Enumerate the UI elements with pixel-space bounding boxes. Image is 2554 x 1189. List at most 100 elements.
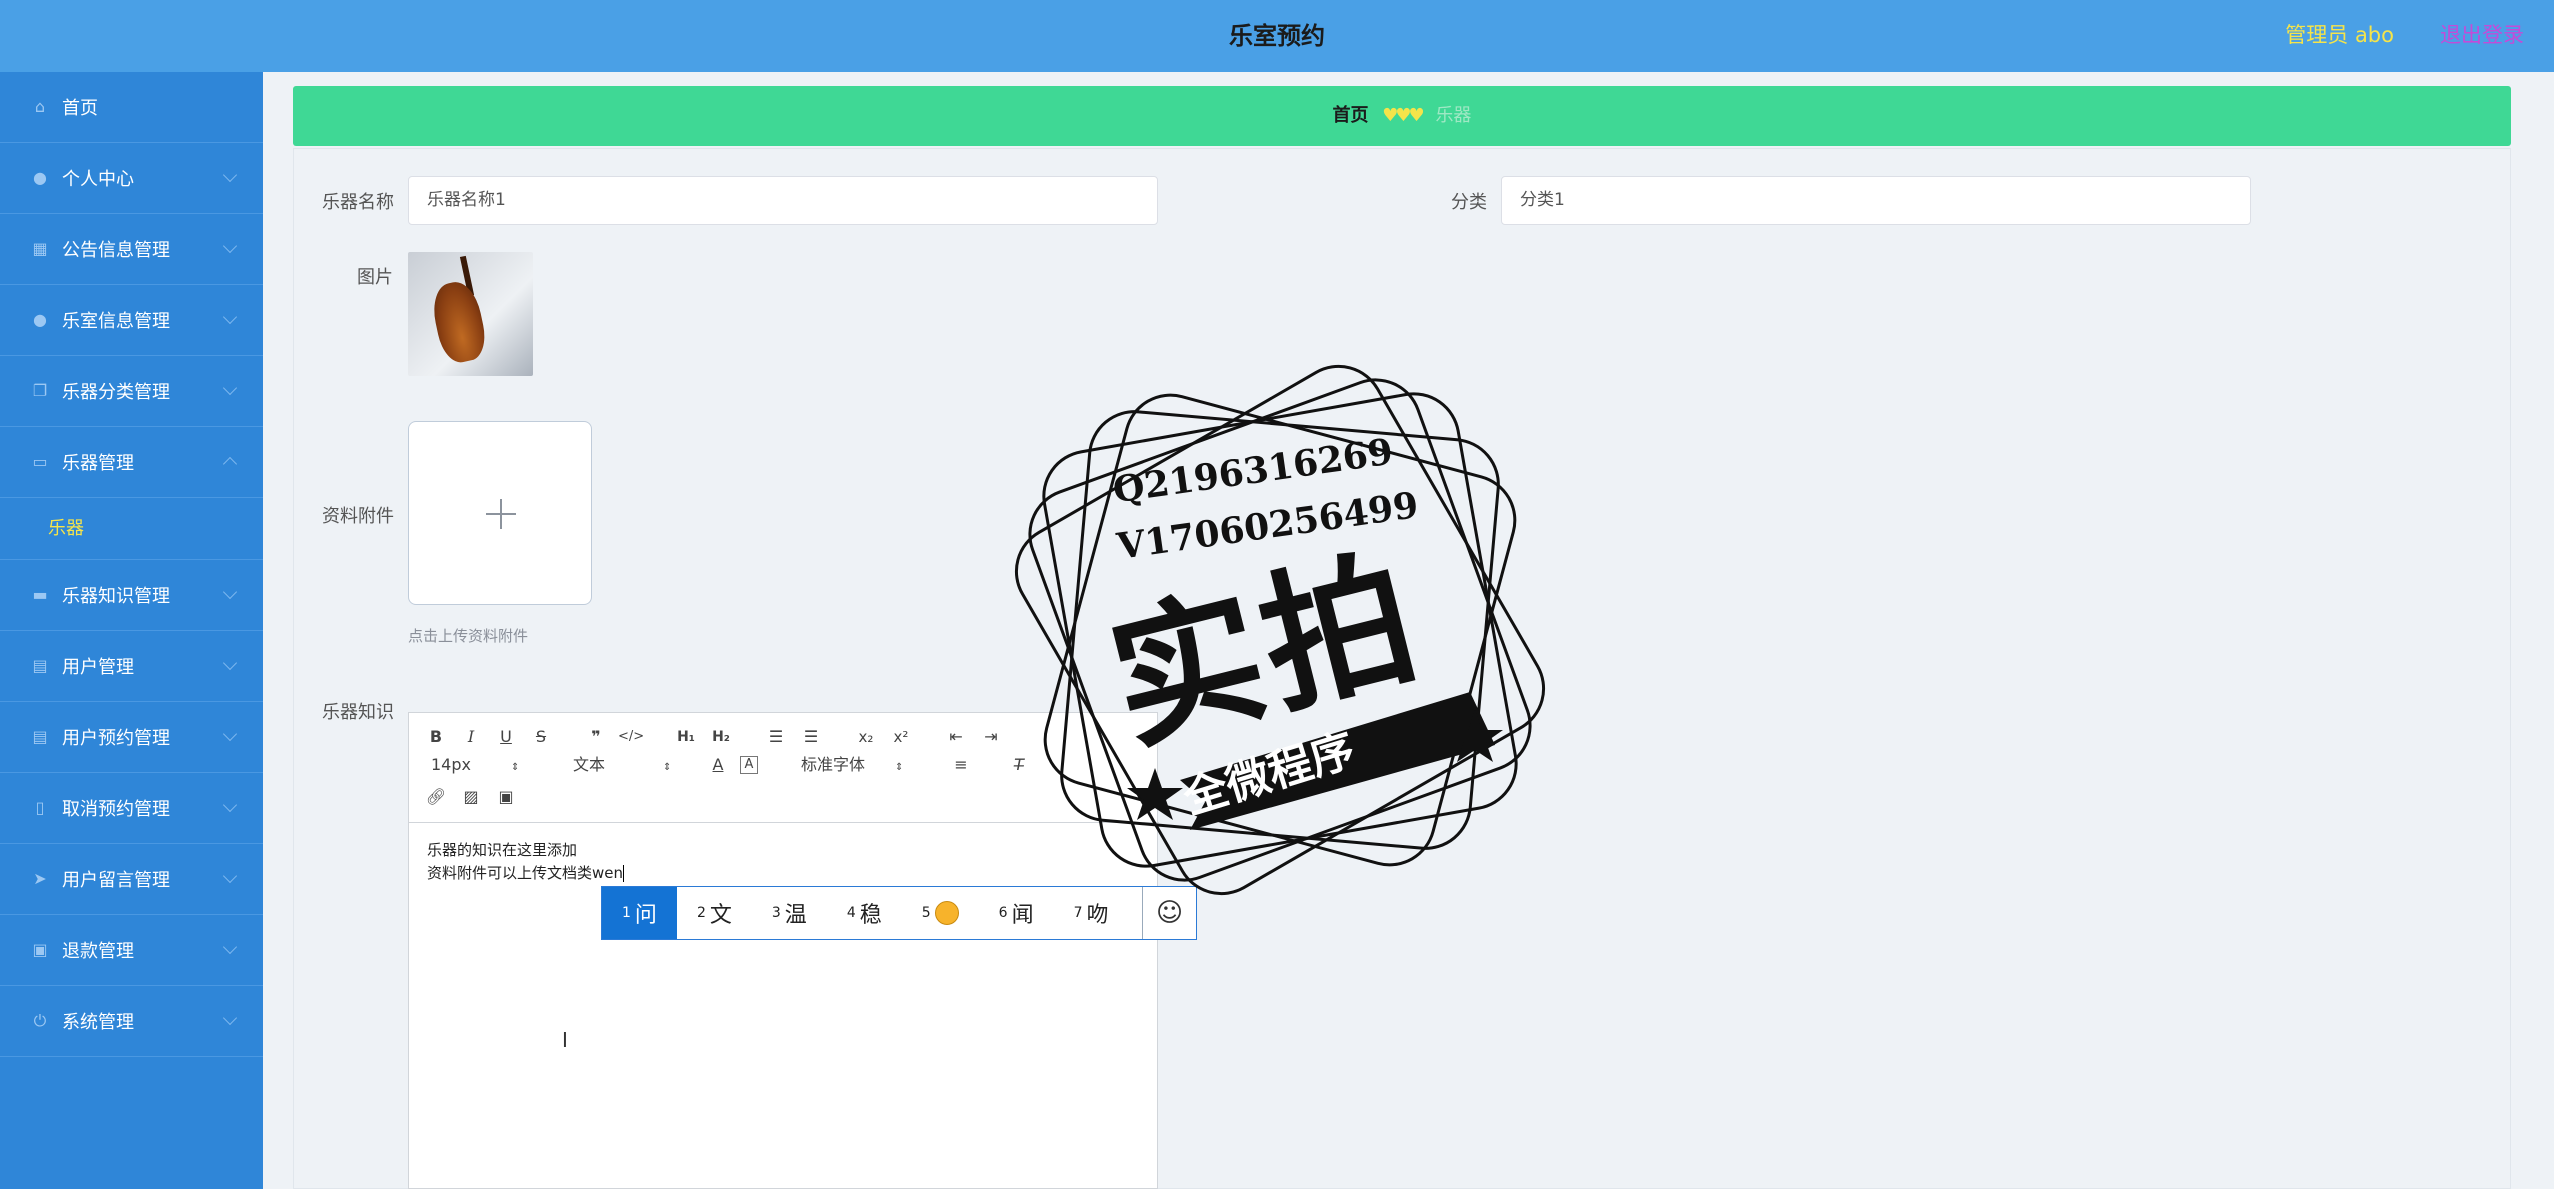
breadcrumb-home[interactable]: 首页: [1333, 105, 1369, 126]
background-color-button[interactable]: A: [740, 756, 758, 774]
ime-candidate[interactable]: 1问: [602, 887, 677, 939]
sidebar-item-instrument[interactable]: ▭ 乐器管理: [0, 427, 263, 498]
chevron-down-icon: [222, 238, 238, 254]
font-size-select[interactable]: 14px ⇕: [431, 753, 519, 777]
chevron-down-icon: [222, 868, 238, 884]
subscript-button[interactable]: x₂: [853, 725, 879, 749]
chevron-down-icon: [222, 655, 238, 671]
sidebar-item-messages[interactable]: ➤ 用户留言管理: [0, 844, 263, 915]
image-label: 图片: [357, 267, 393, 288]
sidebar-item-category[interactable]: ❐ 乐器分类管理: [0, 356, 263, 427]
user-icon: ●: [33, 168, 47, 187]
ime-candidate[interactable]: 4稳: [827, 887, 902, 939]
logout-link[interactable]: 退出登录: [2440, 0, 2524, 70]
image-icon: ▣: [32, 940, 48, 959]
strike-button[interactable]: S: [528, 725, 554, 749]
clipboard-icon: ▤: [32, 727, 48, 746]
italic-button[interactable]: I: [458, 725, 484, 749]
chevron-up-icon: [222, 456, 238, 472]
chevron-down-icon: [222, 167, 238, 183]
sidebar-item-label: 乐器管理: [62, 453, 134, 474]
chevron-down-icon: [222, 584, 238, 600]
name-label: 乐器名称: [322, 192, 394, 213]
outdent-button[interactable]: ⇤: [943, 725, 969, 749]
text-caret: [623, 865, 625, 882]
text-style-select[interactable]: 文本 ⇕: [573, 753, 671, 777]
submenu-item-instrument[interactable]: 乐器: [0, 498, 263, 560]
send-icon: ➤: [33, 869, 47, 888]
sidebar-item-system[interactable]: ⏻ 系统管理: [0, 986, 263, 1057]
code-button[interactable]: </>: [618, 725, 644, 749]
sidebar-item-label: 首页: [62, 98, 98, 119]
font-family-select[interactable]: 标准字体 ⇕: [801, 753, 903, 777]
sidebar-item-booking[interactable]: ▤ 用户预约管理: [0, 702, 263, 773]
text-cursor-icon: I: [562, 1028, 568, 1052]
phone-icon: ▯: [35, 798, 45, 817]
sidebar-item-label: 用户留言管理: [62, 870, 170, 891]
h1-button[interactable]: H₁: [673, 725, 699, 749]
sidebar-item-label: 乐器知识管理: [62, 586, 170, 607]
breadcrumb-current: 乐器: [1435, 105, 1472, 126]
power-icon: ⏻: [33, 1011, 47, 1030]
bold-button[interactable]: B: [423, 725, 449, 749]
sidebar-item-profile[interactable]: ● 个人中心: [0, 143, 263, 214]
sidebar-item-label: 取消预约管理: [62, 799, 170, 820]
sidebar-item-label: 个人中心: [62, 169, 134, 190]
sidebar-item-cancel[interactable]: ▯ 取消预约管理: [0, 773, 263, 844]
ordered-list-button[interactable]: ☰: [763, 725, 789, 749]
sidebar-item-label: 公告信息管理: [62, 240, 170, 261]
name-input[interactable]: 乐器名称1: [408, 176, 1158, 225]
bullet-list-button[interactable]: ☰: [798, 725, 824, 749]
chevron-down-icon: [222, 380, 238, 396]
superscript-button[interactable]: x²: [888, 725, 914, 749]
clipboard-icon: ▤: [32, 656, 48, 675]
sidebar-item-refund[interactable]: ▣ 退款管理: [0, 915, 263, 986]
attachment-label: 资料附件: [322, 506, 394, 527]
category-input[interactable]: 分类1: [1501, 176, 2251, 225]
instrument-image[interactable]: [408, 252, 533, 376]
link-icon[interactable]: 🔗︎: [423, 785, 449, 809]
sidebar-item-label: 乐室信息管理: [62, 311, 170, 332]
grid-icon: ▦: [32, 239, 48, 258]
category-label: 分类: [1451, 192, 1487, 213]
sidebar-item-home[interactable]: ⌂ 首页: [0, 72, 263, 143]
select-arrow-icon: ⇕: [895, 762, 904, 773]
sidebar: ⌂ 首页 ● 个人中心 ▦ 公告信息管理 ● 乐室信息管理 ❐ 乐器分类管理 ▭…: [0, 72, 263, 1189]
smiling-face-emoji-icon: [934, 901, 959, 925]
select-arrow-icon: ⇕: [663, 762, 672, 773]
violin-image: [428, 278, 490, 366]
image-insert-icon[interactable]: ▨: [458, 785, 484, 809]
ime-candidate[interactable]: 3温: [752, 887, 827, 939]
watermark-stamp: Q2196316269 V17060256499 实拍 全微程序: [990, 340, 1570, 920]
h2-button[interactable]: H₂: [708, 725, 734, 749]
video-insert-icon[interactable]: ▣: [493, 785, 519, 809]
sidebar-item-label: 用户管理: [62, 657, 134, 678]
editor-line-2: 资料附件可以上传文档类wen: [427, 864, 624, 882]
ime-candidate[interactable]: 2文: [677, 887, 752, 939]
home-icon: ⌂: [34, 97, 46, 116]
sidebar-item-label: 退款管理: [62, 941, 134, 962]
select-arrow-icon: ⇕: [510, 762, 520, 773]
app-title: 乐室预约: [1229, 22, 1325, 50]
sidebar-item-knowledge[interactable]: ▬ 乐器知识管理: [0, 560, 263, 631]
breadcrumb-separator: ♥♥♥: [1382, 105, 1424, 126]
chevron-down-icon: [222, 939, 238, 955]
breadcrumb: 首页 ♥♥♥ 乐器: [293, 86, 2511, 146]
message-icon: ▭: [32, 452, 48, 471]
attachment-upload-button[interactable]: [408, 421, 592, 605]
ime-candidate[interactable]: 5: [902, 887, 979, 939]
briefcase-icon: ▬: [32, 585, 48, 604]
editor-content[interactable]: 乐器的知识在这里添加 资料附件可以上传文档类wen: [427, 839, 625, 885]
underline-button[interactable]: U: [493, 725, 519, 749]
blockquote-button[interactable]: ❞: [583, 725, 609, 749]
sidebar-item-notice[interactable]: ▦ 公告信息管理: [0, 214, 263, 285]
sidebar-item-label: 乐器分类管理: [62, 382, 170, 403]
sidebar-item-users[interactable]: ▤ 用户管理: [0, 631, 263, 702]
chevron-down-icon: [222, 1010, 238, 1026]
align-button[interactable]: ≡: [948, 753, 974, 777]
copy-icon: ❐: [32, 381, 48, 400]
font-color-button[interactable]: A: [705, 753, 731, 777]
editor-line-1: 乐器的知识在这里添加: [427, 841, 578, 859]
sidebar-item-label: 系统管理: [62, 1012, 134, 1033]
sidebar-item-room[interactable]: ● 乐室信息管理: [0, 285, 263, 356]
